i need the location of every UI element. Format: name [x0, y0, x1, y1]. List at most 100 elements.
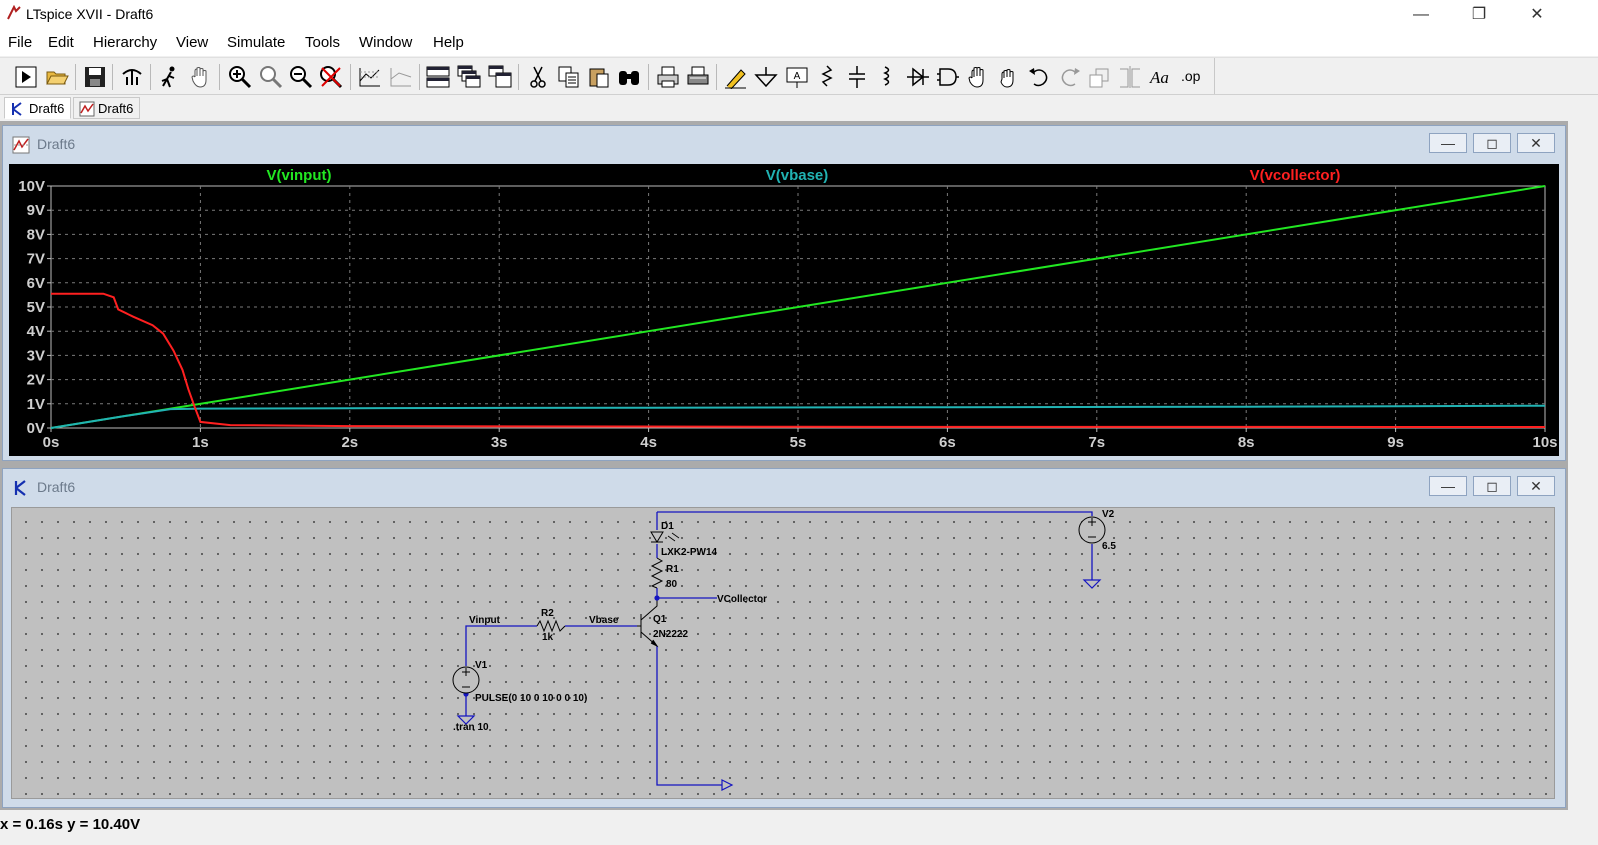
print-setup-icon[interactable]: [686, 65, 710, 89]
print-icon[interactable]: [656, 65, 680, 89]
cascade-icon[interactable]: [457, 65, 481, 89]
control-panel-icon[interactable]: [120, 65, 144, 89]
close-button[interactable]: ✕: [1514, 0, 1560, 30]
delete-trace-icon[interactable]: [389, 65, 413, 89]
zoom-cancel-icon[interactable]: [319, 65, 343, 89]
spice-directive-icon[interactable]: .op: [1180, 65, 1204, 89]
vertical-scrollbar[interactable]: [1568, 121, 1598, 810]
d1-value-label: LXK2-PW14: [661, 547, 718, 558]
minimize-button[interactable]: —: [1398, 0, 1444, 30]
component-icon[interactable]: [936, 65, 960, 89]
cut-icon[interactable]: [526, 65, 550, 89]
undo-icon[interactable]: [1027, 65, 1051, 89]
trace-legend-label: V(vbase): [766, 167, 829, 184]
schematic-close-button[interactable]: ✕: [1517, 476, 1555, 496]
mdi-client-area: Draft6 — ◻ ✕ 0s 1s 2s 3s 4s 5s 6s 7s 8s 9s 10s 0V 1V…: [0, 121, 1568, 810]
y-tick-label: 6V: [27, 275, 45, 292]
ground-symbol[interactable]: [1082, 579, 1102, 589]
x-tick-label: 3s: [491, 434, 508, 451]
menu-file[interactable]: File: [8, 34, 32, 51]
zoom-out-icon[interactable]: [289, 65, 313, 89]
zoom-full-icon[interactable]: [259, 65, 283, 89]
find-icon[interactable]: [617, 65, 641, 89]
net-label-vbase[interactable]: Vbase: [589, 615, 619, 626]
halt-icon[interactable]: [158, 65, 182, 89]
r1-resistor-symbol[interactable]: [650, 557, 664, 589]
waveform-maximize-button[interactable]: ◻: [1473, 133, 1511, 153]
label-net-icon[interactable]: A: [785, 65, 809, 89]
wire-icon[interactable]: [724, 65, 748, 89]
run-icon[interactable]: [14, 65, 38, 89]
toolbar-separator: [150, 64, 151, 90]
zoom-in-icon[interactable]: [228, 65, 252, 89]
x-tick-label: 6s: [939, 434, 956, 451]
rotate-icon[interactable]: [1088, 65, 1112, 89]
waveform-chart[interactable]: 0s 1s 2s 3s 4s 5s 6s 7s 8s 9s 10s 0V 1V 2V 3V 4V 5V 6V 7V 8…: [9, 164, 1559, 456]
waveform-minimize-button[interactable]: —: [1429, 133, 1467, 153]
d1-name-label: D1: [661, 521, 674, 532]
tab-waveform[interactable]: Draft6: [73, 97, 141, 119]
mirror-icon[interactable]: [1118, 65, 1142, 89]
copy-icon[interactable]: [557, 65, 581, 89]
y-tick-label: 1V: [27, 396, 45, 413]
menu-tools[interactable]: Tools: [305, 34, 340, 51]
menu-help[interactable]: Help: [433, 34, 464, 51]
waveform-window-caption[interactable]: Draft6 — ◻ ✕: [3, 126, 1565, 160]
schematic-icon: [12, 102, 22, 116]
x-tick-label: 2s: [341, 434, 358, 451]
redo-icon[interactable]: [1058, 65, 1082, 89]
tile-horizontal-icon[interactable]: [426, 65, 450, 89]
status-bar: x = 0.16s y = 10.40V: [0, 810, 1598, 845]
v2-voltage-source-symbol[interactable]: [1078, 516, 1106, 544]
menu-window[interactable]: Window: [359, 34, 412, 51]
pan-icon[interactable]: [189, 65, 213, 89]
waveform-icon: [12, 136, 30, 154]
d1-led-symbol[interactable]: [650, 531, 680, 543]
wire[interactable]: [656, 646, 722, 786]
schematic-window-caption[interactable]: Draft6 — ◻ ✕: [3, 469, 1565, 503]
autorange-icon[interactable]: [358, 65, 382, 89]
r1-value-label: 80: [666, 579, 678, 590]
waveform-plot-area[interactable]: 0s 1s 2s 3s 4s 5s 6s 7s 8s 9s 10s 0V 1V 2V 3V 4V 5V 6V 7V 8…: [9, 164, 1559, 456]
menu-hierarchy[interactable]: Hierarchy: [93, 34, 157, 51]
y-tick-label: 0V: [27, 420, 45, 437]
schematic-minimize-button[interactable]: —: [1429, 476, 1467, 496]
paste-icon[interactable]: [587, 65, 611, 89]
output-port-arrow[interactable]: [721, 779, 734, 791]
x-tick-label: 1s: [192, 434, 209, 451]
drag-icon[interactable]: [997, 65, 1021, 89]
diode-icon[interactable]: [906, 65, 930, 89]
trace-legend-label: V(vcollector): [1250, 167, 1341, 184]
menu-edit[interactable]: Edit: [48, 34, 74, 51]
tab-waveform-label: Draft6: [98, 101, 134, 116]
r2-name-label: R2: [541, 608, 554, 619]
ground-icon[interactable]: [754, 65, 778, 89]
schematic-maximize-button[interactable]: ◻: [1473, 476, 1511, 496]
menu-view[interactable]: View: [176, 34, 208, 51]
tile-vertical-icon[interactable]: [488, 65, 512, 89]
v1-value-label: PULSE(0 10 0 10 0 0 10): [475, 693, 587, 704]
r2-resistor-symbol[interactable]: [536, 619, 566, 633]
inductor-icon[interactable]: [875, 65, 899, 89]
wire[interactable]: [657, 511, 1093, 516]
move-icon[interactable]: [966, 65, 990, 89]
schematic-canvas[interactable]: D1 LXK2-PW14 R1 80 VCollector R2 1k Vinp…: [11, 507, 1555, 799]
capacitor-icon[interactable]: [845, 65, 869, 89]
menu-simulate[interactable]: Simulate: [227, 34, 285, 51]
tab-schematic[interactable]: Draft6: [4, 97, 72, 119]
toolbar-separator: [648, 64, 649, 90]
toolbar-separator: [518, 64, 519, 90]
spice-directive-tran[interactable]: .tran 10: [453, 722, 489, 733]
save-icon[interactable]: [83, 65, 107, 89]
toolbar-separator: [219, 64, 220, 90]
net-label-vinput[interactable]: Vinput: [469, 615, 501, 626]
net-label-vcollector[interactable]: VCollector: [717, 594, 767, 605]
resistor-icon[interactable]: [815, 65, 839, 89]
y-tick-label: 5V: [27, 299, 45, 316]
trace-legend-label: V(vinput): [267, 167, 332, 184]
maximize-button[interactable]: ❐: [1456, 0, 1502, 30]
open-icon[interactable]: [45, 65, 69, 89]
y-tick-label: 9V: [27, 202, 45, 219]
waveform-close-button[interactable]: ✕: [1517, 133, 1555, 153]
text-icon[interactable]: Aa: [1149, 65, 1173, 89]
